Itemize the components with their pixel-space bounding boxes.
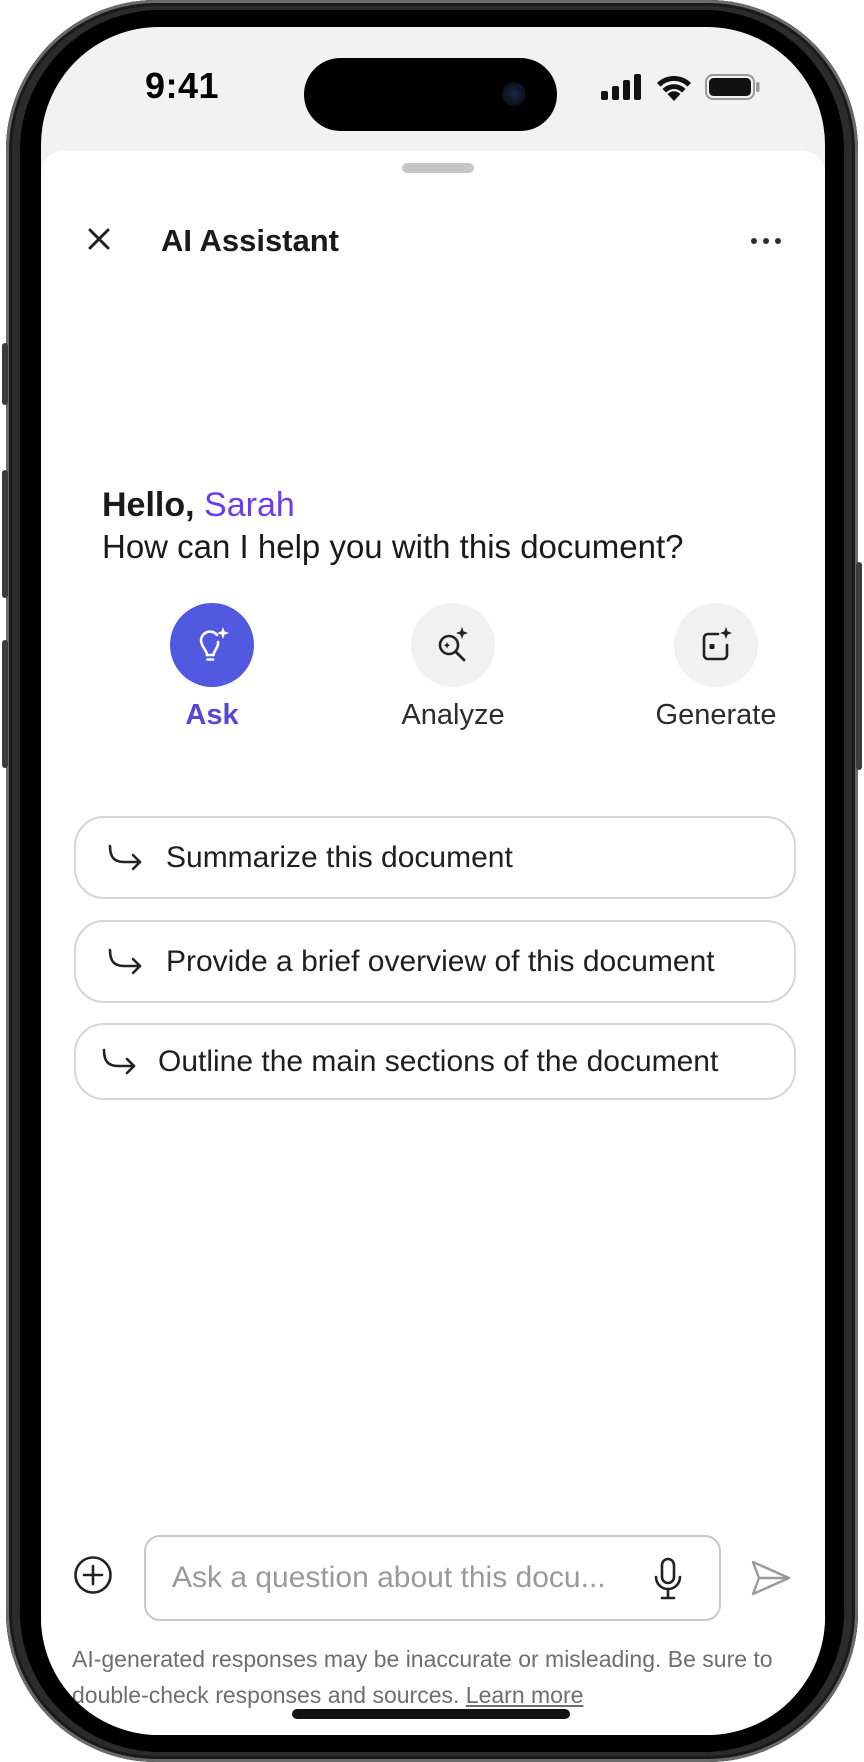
mode-analyze-circle — [411, 603, 495, 687]
curved-arrow-icon — [108, 844, 142, 870]
more-dot — [775, 238, 781, 244]
greeting-user-name: Sarah — [204, 486, 295, 524]
assistant-sheet: AI Assistant Hello, Sarah How can I help… — [41, 151, 825, 1735]
greeting-hello: Hello, — [102, 486, 195, 524]
send-icon — [751, 1560, 791, 1596]
volume-down-button — [2, 640, 8, 768]
screen: 9:41 AI Assistant Hello, Sarah How can I… — [41, 27, 825, 1735]
more-dot — [763, 238, 769, 244]
mode-ask-label: Ask — [185, 699, 239, 731]
send-button[interactable] — [746, 1553, 796, 1603]
magnify-sparkle-icon — [438, 627, 468, 662]
suggestion-chip[interactable]: Provide a brief overview of this documen… — [74, 920, 796, 1003]
lightbulb-sparkle-icon — [199, 627, 229, 661]
greeting: Hello, Sarah How can I help you with thi… — [102, 484, 683, 568]
close-button[interactable] — [77, 217, 121, 261]
question-input[interactable] — [172, 1537, 642, 1618]
mode-ask-circle — [170, 603, 254, 687]
status-time: 9:41 — [145, 65, 220, 106]
suggestion-text: Summarize this document — [166, 840, 513, 874]
more-dot — [751, 238, 757, 244]
question-input-box[interactable] — [144, 1535, 721, 1621]
curved-arrow-icon — [102, 1048, 136, 1074]
mode-analyze[interactable]: Analyze — [363, 603, 543, 732]
camera-icon — [502, 82, 526, 106]
microphone-button[interactable] — [646, 1555, 690, 1603]
disclaimer-text: AI-generated responses may be inaccurate… — [72, 1646, 773, 1708]
suggestion-chip[interactable]: Summarize this document — [74, 816, 796, 899]
more-options-button[interactable] — [741, 221, 791, 261]
square-sparkle-icon — [702, 627, 732, 661]
silent-switch — [2, 343, 8, 405]
ai-disclaimer: AI-generated responses may be inaccurate… — [72, 1641, 802, 1713]
curved-arrow-icon — [108, 948, 142, 974]
battery-icon — [705, 74, 760, 100]
suggestion-text: Outline the main sections of the documen… — [158, 1044, 719, 1078]
volume-up-button — [2, 470, 8, 598]
mode-ask[interactable]: Ask — [122, 603, 302, 732]
power-button — [856, 562, 862, 770]
sheet-grabber[interactable] — [402, 163, 474, 173]
status-icons — [601, 72, 761, 102]
plus-circle-icon — [74, 1556, 112, 1594]
add-attachment-button[interactable] — [71, 1553, 115, 1597]
mode-generate[interactable]: Generate — [626, 603, 806, 732]
learn-more-link[interactable]: Learn more — [466, 1682, 584, 1708]
suggestion-text: Provide a brief overview of this documen… — [166, 944, 715, 978]
mode-generate-circle — [674, 603, 758, 687]
dynamic-island — [304, 58, 557, 131]
greeting-question: How can I help you with this document? — [102, 528, 684, 565]
wifi-icon — [657, 75, 691, 101]
mode-generate-label: Generate — [655, 699, 777, 731]
home-indicator[interactable] — [292, 1709, 570, 1719]
suggestion-chip[interactable]: Outline the main sections of the documen… — [74, 1023, 796, 1100]
close-icon — [88, 228, 110, 250]
mode-analyze-label: Analyze — [401, 699, 505, 731]
microphone-icon — [654, 1557, 682, 1600]
cellular-signal-icon — [601, 74, 641, 100]
page-title: AI Assistant — [161, 223, 340, 258]
